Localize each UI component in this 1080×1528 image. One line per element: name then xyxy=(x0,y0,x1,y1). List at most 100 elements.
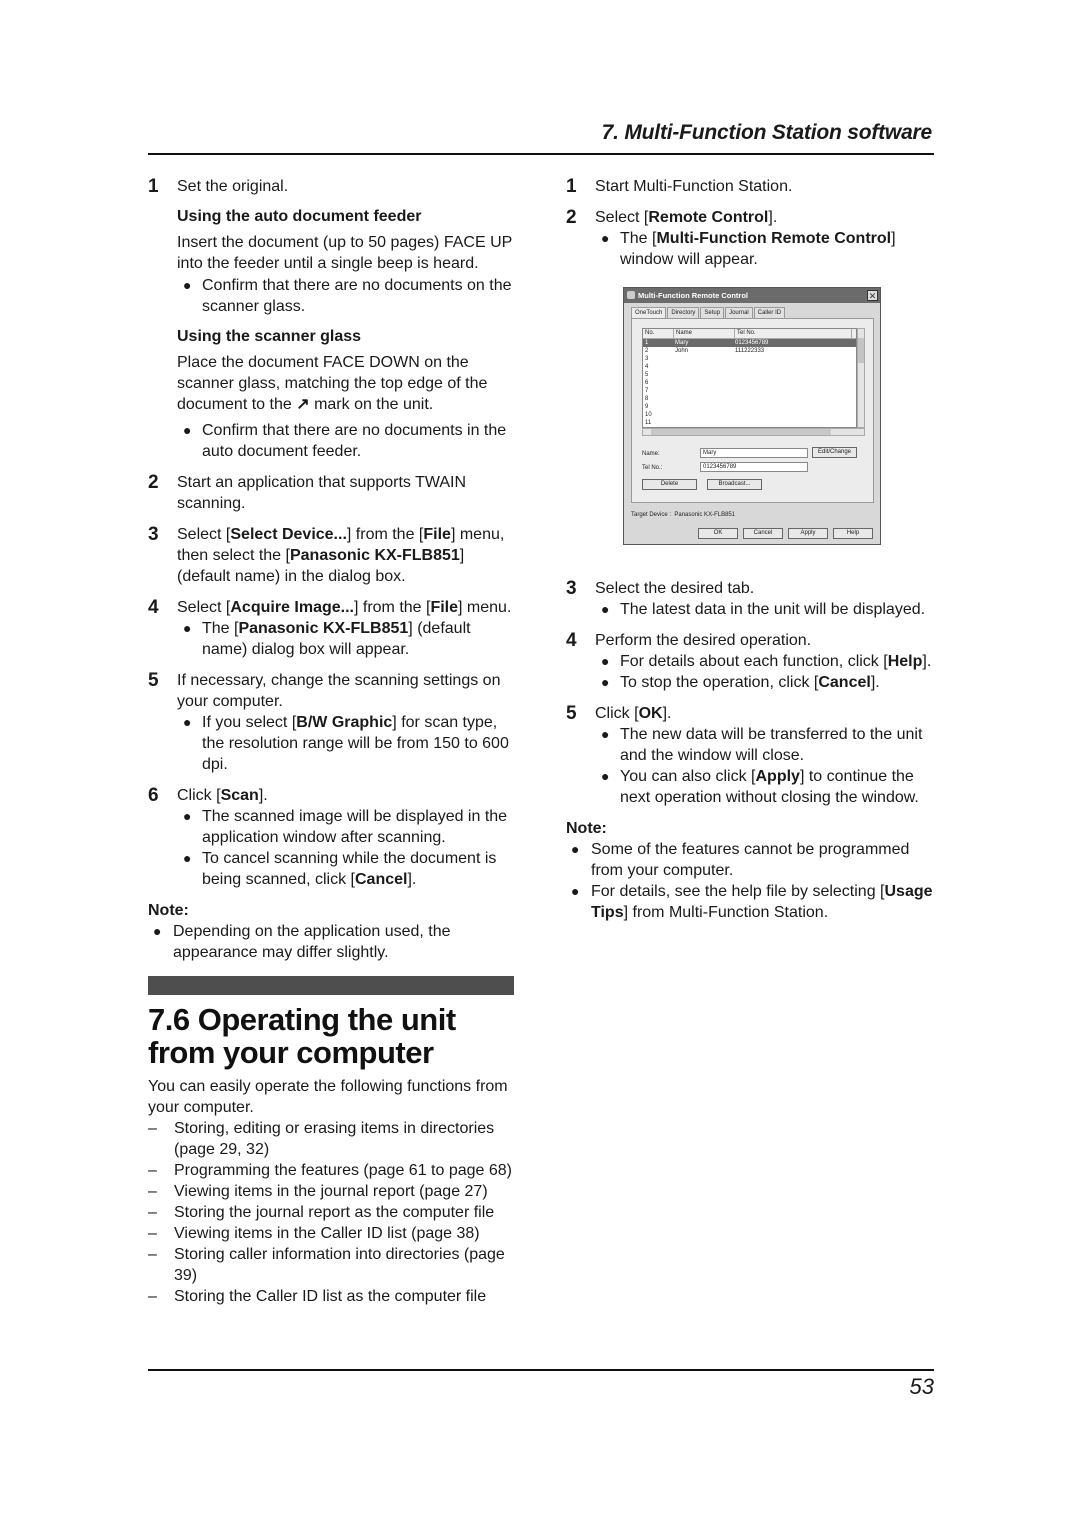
step-3-select-tab: 3 Select the desired tab. ● The latest d… xyxy=(566,578,936,620)
cell-name: John xyxy=(675,348,689,354)
cell-no: 1 xyxy=(645,340,649,346)
cell-name xyxy=(673,363,733,371)
bullet-item: ● To cancel scanning while the document … xyxy=(183,850,497,888)
list-row[interactable]: 4 xyxy=(643,363,856,371)
bullet-icon: ● xyxy=(183,850,192,866)
step-number: 6 xyxy=(148,785,159,806)
list-item: – Programming the features (page 61 to pa… xyxy=(148,1162,512,1179)
list-item: – Storing the journal report as the compu… xyxy=(148,1204,495,1221)
menu-item-select-device: Select Device... xyxy=(230,526,347,543)
cell-no: 7 xyxy=(645,388,649,394)
list-row[interactable]: 1 Mary 0123456789 xyxy=(643,339,856,347)
adf-heading: Using the auto document feeder xyxy=(177,208,422,225)
step-number: 1 xyxy=(566,176,577,197)
list-item: – Storing caller information into directo… xyxy=(148,1246,505,1284)
close-icon[interactable]: ✕ xyxy=(867,290,878,301)
bullet-item: ● The [Panasonic KX-FLB851] (default nam… xyxy=(183,620,471,658)
onetouch-list[interactable]: No. Name Tel No. 1 Mary 0123456789 2 John 111… xyxy=(642,328,857,428)
cell-tel xyxy=(733,371,849,379)
list-row[interactable]: 8 xyxy=(643,395,856,403)
step-number: 4 xyxy=(148,597,159,618)
delete-button[interactable]: Delete xyxy=(642,479,697,490)
note-right: Note: ● Some of the features cannot be p… xyxy=(566,818,936,923)
broadcast-button[interactable]: Broadcast... xyxy=(707,479,762,490)
list-item: – Storing the Caller ID list as the compu… xyxy=(148,1288,487,1305)
cell-tel xyxy=(733,403,849,411)
bullet-item: ● The latest data in the unit will be di… xyxy=(601,601,926,618)
bullet-item: ● The new data will be transferred to th… xyxy=(601,726,923,764)
cell-name xyxy=(673,411,733,419)
tel-label: Tel No.: xyxy=(642,465,663,471)
scanner-guide-arrow-icon: ↗ xyxy=(296,396,310,413)
list-row[interactable]: 3 xyxy=(643,355,856,363)
bullet-icon: ● xyxy=(601,674,610,690)
step-1-set-original: 1 Set the original. Using the auto docum… xyxy=(148,176,518,462)
step-4-perform-operation: 4 Perform the desired operation. ● For d… xyxy=(566,630,936,693)
column-header-no[interactable]: No. xyxy=(643,329,674,338)
menu-file: File xyxy=(430,599,459,616)
cell-tel xyxy=(733,411,849,419)
name-field[interactable]: Mary xyxy=(700,448,808,458)
scroll-thumb[interactable] xyxy=(651,429,831,435)
step-number: 5 xyxy=(566,703,577,724)
menu-item-acquire-image: Acquire Image... xyxy=(230,599,354,616)
cell-name xyxy=(673,371,733,379)
step-2-start-application: 2 Start an application that supports TWA… xyxy=(148,472,467,512)
step-5-click-ok: 5 Click [OK]. ● The new data will be tra… xyxy=(566,703,936,808)
bullet-item: ● Depending on the application used, the… xyxy=(153,923,451,961)
cell-no: 8 xyxy=(645,396,649,402)
list-row[interactable]: 7 xyxy=(643,387,856,395)
cell-tel: 111222333 xyxy=(735,348,765,354)
bullet-item: ● Confirm that there are no documents in… xyxy=(183,422,507,460)
cell-no: 6 xyxy=(645,380,649,386)
list-row[interactable]: 10 xyxy=(643,411,856,419)
menu-file: File xyxy=(423,526,451,543)
section-title: 7.6 Operating the unit from your compute… xyxy=(148,1002,456,1070)
list-item: – Viewing items in the Caller ID list (pa… xyxy=(148,1225,480,1242)
bullet-icon: ● xyxy=(571,841,580,857)
bullet-icon: ● xyxy=(153,923,162,939)
help-button[interactable]: Help xyxy=(833,528,873,539)
step-number: 4 xyxy=(566,630,577,651)
list-row[interactable]: 9 xyxy=(643,403,856,411)
remote-control-dialog: Multi-Function Remote Control ✕ OneTouch… xyxy=(623,287,881,545)
step-number: 2 xyxy=(148,472,159,493)
list-header: No. Name Tel No. xyxy=(643,329,856,339)
left-column: 1 Set the original. Using the auto docum… xyxy=(148,176,518,1307)
step-number: 3 xyxy=(566,578,577,599)
edit-change-button[interactable]: Edit/Change xyxy=(812,447,857,458)
page-number: 53 xyxy=(909,1374,934,1399)
vertical-scrollbar[interactable] xyxy=(857,328,865,428)
list-item: – Storing, editing or erasing items in di… xyxy=(148,1120,495,1158)
bullet-item: ● The scanned image will be displayed in… xyxy=(183,808,508,846)
column-header-name[interactable]: Name xyxy=(674,329,735,338)
cell-name xyxy=(673,355,733,363)
apply-button[interactable]: Apply xyxy=(788,528,828,539)
ok-button[interactable]: OK xyxy=(698,528,738,539)
list-row[interactable]: 6 xyxy=(643,379,856,387)
scroll-thumb[interactable] xyxy=(858,338,864,363)
adf-text: Insert the document (up to 50 pages) FAC… xyxy=(177,234,512,272)
header-rule xyxy=(148,153,934,155)
cell-no: 11 xyxy=(645,420,652,426)
bullet-icon: ● xyxy=(183,422,192,438)
note-label: Note: xyxy=(148,902,189,919)
scan-button-ref: Scan xyxy=(220,787,259,804)
bullet-item: ● Some of the features cannot be program… xyxy=(571,841,910,879)
footer-rule xyxy=(148,1369,934,1371)
cell-tel: 0123456789 xyxy=(735,340,769,346)
column-header-tel[interactable]: Tel No. xyxy=(735,329,852,338)
cell-tel xyxy=(733,387,849,395)
bullet-icon: ● xyxy=(601,726,610,742)
tel-field[interactable]: 0123456789 xyxy=(700,462,808,472)
cell-no: 4 xyxy=(645,364,649,370)
bullet-icon: ● xyxy=(601,230,610,246)
cancel-button[interactable]: Cancel xyxy=(743,528,783,539)
list-row[interactable]: 5 xyxy=(643,371,856,379)
cell-name xyxy=(673,419,733,427)
list-row[interactable]: 11 xyxy=(643,419,856,427)
horizontal-scrollbar[interactable] xyxy=(642,428,865,436)
list-row[interactable]: 2 John 111222333 xyxy=(643,347,856,355)
bullet-item: ● For details, see the help file by sele… xyxy=(571,883,933,921)
bullet-item: ● To stop the operation, click [Cancel]. xyxy=(601,674,880,691)
